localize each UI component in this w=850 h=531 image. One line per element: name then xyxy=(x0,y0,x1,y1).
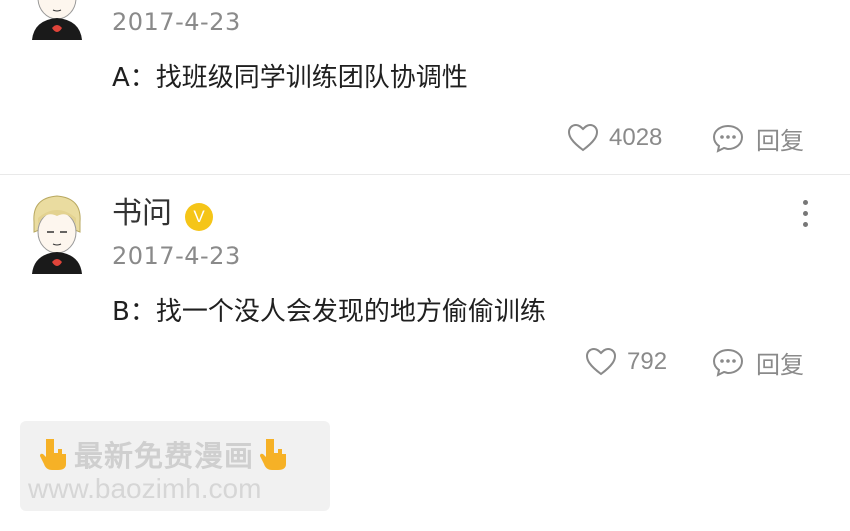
more-vertical-icon xyxy=(800,200,810,227)
watermark-line1: 最新免费漫画 xyxy=(74,439,255,473)
divider xyxy=(0,174,850,175)
more-options-button[interactable] xyxy=(800,200,810,232)
watermark-title-row: 最新免费漫画 xyxy=(34,433,294,475)
watermark-line2: www.baozimh.com xyxy=(28,473,262,504)
comment-item: 书问 V 2017-4-23 A：找班级同学训练团队协调性 4028 回复 xyxy=(0,0,850,174)
like-button[interactable]: 792 xyxy=(585,344,667,380)
like-button[interactable]: 4028 xyxy=(567,120,662,156)
pointing-down-hand-icon xyxy=(40,439,66,470)
comment-text: A：找班级同学训练团队协调性 xyxy=(112,63,468,93)
comment-item: 书问 V 2017-4-23 B：找一个没人会发现的地方偷偷训练 792 回复 xyxy=(0,176,850,408)
reply-button[interactable]: 回复 xyxy=(712,120,804,156)
like-count: 4028 xyxy=(609,124,663,151)
reply-label: 回复 xyxy=(756,126,804,155)
author-name[interactable]: 书问 xyxy=(112,196,172,232)
avatar[interactable] xyxy=(26,0,88,40)
comment-text: B：找一个没人会发现的地方偷偷训练 xyxy=(112,297,546,327)
avatar[interactable] xyxy=(26,192,88,274)
comment-date: 2017-4-23 xyxy=(112,8,241,36)
reply-label: 回复 xyxy=(756,350,804,379)
reply-button[interactable]: 回复 xyxy=(712,344,804,380)
heart-outline-icon xyxy=(567,123,599,152)
comment-date: 2017-4-23 xyxy=(112,242,241,270)
heart-outline-icon xyxy=(585,347,617,376)
like-count: 792 xyxy=(627,348,668,375)
pointing-down-hand-icon xyxy=(260,439,287,470)
watermark: 最新免费漫画 www.baozimh.com xyxy=(20,421,330,511)
comment-bubble-icon xyxy=(712,124,744,153)
comment-bubble-icon xyxy=(712,348,744,377)
verified-badge: V xyxy=(185,203,213,231)
